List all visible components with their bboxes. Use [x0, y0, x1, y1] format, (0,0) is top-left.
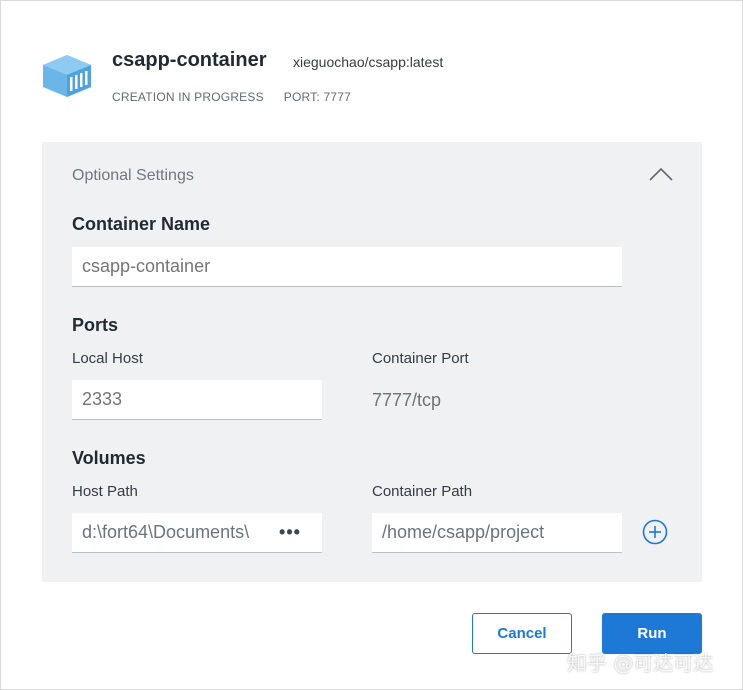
status-text: CREATION IN PROGRESS — [112, 90, 264, 104]
docker-container-icon — [43, 55, 91, 97]
run-container-dialog: csapp-container xieguochao/csapp:latest … — [0, 0, 743, 690]
volumes-label: Volumes — [72, 448, 146, 468]
optional-settings-title: Optional Settings — [72, 167, 194, 184]
container-port-label: Container Port — [372, 350, 469, 367]
port-text: PORT: 7777 — [283, 90, 351, 104]
container-title: csapp-container — [112, 49, 267, 71]
host-path-input[interactable] — [72, 513, 268, 552]
container-path-input[interactable] — [372, 513, 622, 553]
chevron-up-icon[interactable] — [646, 164, 676, 184]
local-host-input[interactable] — [72, 380, 322, 420]
container-port-value: 7777/tcp — [372, 390, 442, 410]
ports-label: Ports — [72, 315, 119, 335]
image-name: xieguochao/csapp:latest — [293, 54, 444, 70]
plus-circle-icon[interactable] — [642, 519, 668, 545]
local-host-label: Local Host — [72, 350, 143, 367]
optional-settings-panel: Optional Settings Container Name Ports L… — [42, 142, 702, 582]
container-name-label: Container Name — [72, 214, 211, 234]
host-path-label: Host Path — [72, 483, 138, 500]
container-name-input[interactable] — [72, 247, 622, 287]
host-path-field: ••• — [72, 513, 322, 553]
status-line: CREATION IN PROGRESS PORT: 7777 — [112, 90, 351, 104]
browse-more-button[interactable]: ••• — [268, 514, 312, 552]
watermark-text: 知乎 @可达可达 — [567, 651, 714, 675]
cancel-button[interactable]: Cancel — [472, 613, 572, 654]
container-path-label: Container Path — [372, 483, 473, 500]
